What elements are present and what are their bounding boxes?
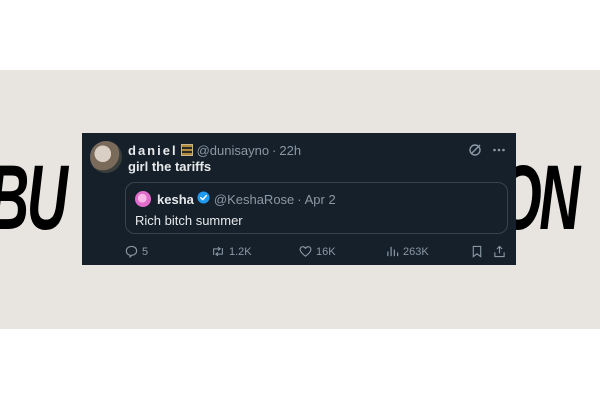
heart-icon bbox=[299, 245, 312, 258]
quoted-avatar[interactable] bbox=[135, 191, 151, 207]
display-name[interactable]: daniel bbox=[128, 143, 178, 158]
quoted-date[interactable]: Apr 2 bbox=[305, 192, 336, 207]
quoted-tweet-header: kesha @KeshaRose · Apr 2 bbox=[135, 191, 336, 207]
retweet-icon bbox=[211, 245, 225, 258]
tweet-card[interactable]: daniel @dunisayno · 22h girl the tariffs… bbox=[82, 133, 516, 265]
avatar[interactable] bbox=[90, 141, 122, 173]
views-button[interactable]: 263K bbox=[386, 245, 429, 258]
timestamp[interactable]: 22h bbox=[279, 143, 301, 158]
views-chart-icon bbox=[386, 245, 399, 258]
tweet-actions: 5 1.2K 16K 263K bbox=[125, 245, 508, 261]
reply-count: 5 bbox=[142, 245, 149, 258]
background-word-left: BU bbox=[0, 147, 68, 249]
reply-button[interactable]: 5 bbox=[125, 245, 148, 258]
quoted-display-name[interactable]: kesha bbox=[157, 192, 194, 207]
flag-emoji-icon bbox=[180, 144, 193, 156]
bookmark-button[interactable] bbox=[471, 245, 483, 258]
grok-icon[interactable] bbox=[468, 143, 482, 157]
views-count: 263K bbox=[403, 245, 429, 258]
quoted-tweet[interactable]: kesha @KeshaRose · Apr 2 Rich bitch summ… bbox=[125, 182, 508, 234]
quoted-tweet-text: Rich bitch summer bbox=[135, 213, 243, 228]
retweet-button[interactable]: 1.2K bbox=[211, 245, 252, 258]
quoted-separator-dot: · bbox=[297, 191, 302, 207]
verified-badge-icon bbox=[197, 191, 210, 207]
tweet-header: daniel @dunisayno · 22h bbox=[128, 141, 506, 159]
share-icon bbox=[493, 245, 506, 258]
retweet-count: 1.2K bbox=[229, 245, 252, 258]
quoted-handle[interactable]: @KeshaRose bbox=[214, 192, 294, 207]
tweet-text: girl the tariffs bbox=[128, 159, 212, 174]
reply-icon bbox=[125, 245, 138, 258]
user-handle[interactable]: @dunisayno bbox=[197, 143, 269, 158]
more-icon[interactable] bbox=[492, 143, 506, 157]
separator-dot: · bbox=[272, 142, 277, 158]
like-count: 16K bbox=[316, 245, 336, 258]
bookmark-icon bbox=[471, 245, 483, 258]
share-button[interactable] bbox=[493, 245, 506, 258]
header-actions bbox=[468, 143, 506, 157]
like-button[interactable]: 16K bbox=[299, 245, 336, 258]
